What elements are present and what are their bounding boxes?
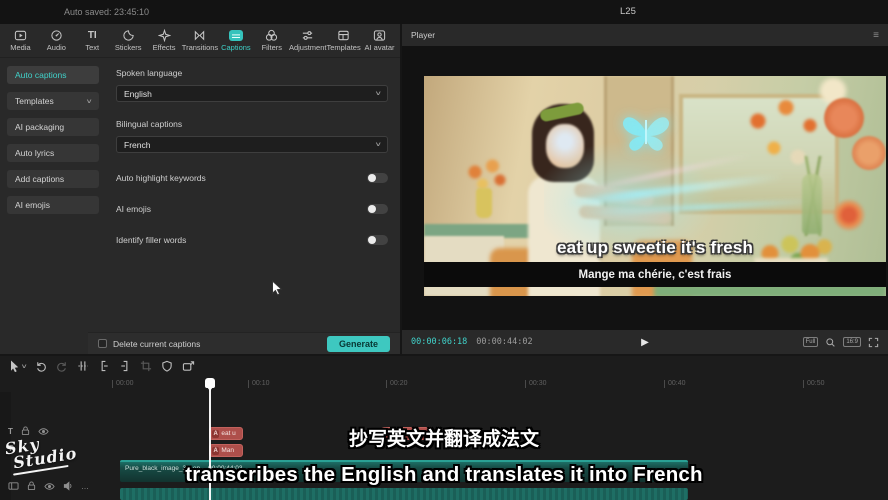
aspect-ratio-button[interactable]: 16:9 — [843, 337, 861, 347]
adjustment-icon — [301, 29, 314, 42]
ai-emojis-label: AI emojis — [116, 204, 151, 214]
toolbar-item-captions[interactable]: Captions — [218, 25, 253, 57]
auto-highlight-keywords-toggle[interactable] — [367, 173, 388, 183]
title-bar: Auto saved: 23:45:10 L25 — [0, 0, 888, 24]
toolbar-item-filters[interactable]: Filters — [254, 25, 289, 57]
player-menu-icon[interactable]: ≡ — [873, 30, 879, 41]
burned-caption-french-bar: Mange ma chérie, c'est frais — [424, 262, 886, 287]
delete-left-button[interactable] — [98, 360, 110, 372]
burned-caption-french: Mange ma chérie, c'est frais — [579, 269, 732, 281]
ai-avatar-icon — [373, 29, 386, 42]
undo-button[interactable] — [35, 360, 47, 372]
bilingual-captions-label: Bilingual captions — [116, 119, 388, 129]
play-button[interactable]: ▶ — [641, 337, 649, 348]
select-tool-button[interactable]: ∨ — [9, 360, 26, 372]
identify-filler-words-toggle[interactable] — [367, 235, 388, 245]
mask-tool-button[interactable] — [161, 360, 173, 372]
auto-captions-panel: Spoken language English ∨ Bilingual capt… — [108, 58, 400, 332]
sidebar-item-auto-lyrics[interactable]: Auto lyrics — [7, 144, 99, 162]
toolbar-item-transitions[interactable]: Transitions — [183, 25, 218, 57]
delete-current-captions-label: Delete current captions — [113, 339, 200, 349]
toolbar-item-media[interactable]: Media — [3, 25, 38, 57]
scene-gerbera — [832, 198, 866, 232]
templates-icon — [337, 29, 350, 42]
captions-icon — [229, 29, 243, 42]
auto-highlight-keywords-label: Auto highlight keywords — [116, 173, 206, 183]
redo-button[interactable] — [56, 360, 68, 372]
player-controls: 00:00:06:18 00:00:44:02 ▶ Full 16:9 — [402, 330, 888, 354]
toolbar-item-ai-avatar[interactable]: AI avatar — [362, 25, 397, 57]
audio-icon — [50, 29, 63, 42]
effects-icon — [158, 29, 171, 42]
media-icon — [14, 29, 27, 42]
player-stage: eat up sweetie it's fresh Mange ma chéri… — [402, 46, 888, 330]
sidebar-item-ai-emojis[interactable]: AI emojis — [7, 196, 99, 214]
transitions-icon — [193, 29, 206, 42]
captions-action-bar: Delete current captions Generate — [88, 332, 400, 354]
sidebar-item-templates[interactable]: Templates∨ — [7, 92, 99, 110]
media-toolbar: Media Audio TI Text Stickers Effects Tra… — [0, 24, 400, 58]
ai-emojis-toggle[interactable] — [367, 204, 388, 214]
toolbar-item-audio[interactable]: Audio — [39, 25, 74, 57]
captions-sidebar: Auto captions Templates∨ AI packaging Au… — [0, 58, 108, 332]
player-header: Player ≡ — [402, 24, 888, 46]
player-panel: Player ≡ — [402, 24, 888, 354]
video-preview: eat up sweetie it's fresh Mange ma chéri… — [424, 76, 886, 296]
bilingual-language-select[interactable]: French ∨ — [116, 136, 388, 153]
crop-tool-button[interactable] — [140, 360, 152, 372]
sidebar-item-ai-packaging[interactable]: AI packaging — [7, 118, 99, 136]
toolbar-item-adjustment[interactable]: Adjustment — [290, 25, 325, 57]
scene-dahlia — [824, 98, 864, 138]
toolbar-item-templates[interactable]: Templates — [326, 25, 361, 57]
record-overlay-button[interactable] — [182, 360, 195, 372]
butterfly-hologram — [620, 110, 672, 159]
scene-vase-left — [476, 188, 492, 218]
delete-right-button[interactable] — [119, 360, 131, 372]
cursor-tool-icon — [9, 360, 20, 372]
toolbar-item-text[interactable]: TI Text — [75, 25, 110, 57]
stickers-icon — [122, 29, 135, 42]
audio-clip[interactable] — [120, 488, 688, 500]
toolbar-item-effects[interactable]: Effects — [147, 25, 182, 57]
auto-saved-status: Auto saved: 23:45:10 — [64, 7, 149, 17]
current-time: 00:00:06:18 — [411, 337, 467, 347]
split-clip-button[interactable] — [77, 360, 89, 372]
timeline-toolbar: ∨ — [0, 356, 888, 376]
scene-dahlia — [852, 136, 886, 170]
mouse-cursor — [271, 280, 284, 296]
identify-filler-words-label: Identify filler words — [116, 235, 186, 245]
chevron-down-icon: ∨ — [85, 98, 92, 105]
full-preview-button[interactable]: Full — [803, 337, 819, 347]
spoken-language-select[interactable]: English ∨ — [116, 85, 388, 102]
timeline-ruler[interactable]: 00:00 00:10 00:20 00:30 00:40 00:50 — [0, 377, 888, 391]
sidebar-item-add-captions[interactable]: Add captions — [7, 170, 99, 188]
spoken-language-label: Spoken language — [116, 68, 388, 78]
text-icon: TI — [88, 29, 97, 42]
left-panel: Media Audio TI Text Stickers Effects Tra… — [0, 24, 400, 354]
playhead-handle[interactable] — [205, 378, 215, 388]
filters-icon — [265, 29, 278, 42]
chevron-down-icon: ∨ — [21, 363, 28, 370]
total-duration: 00:00:44:02 — [476, 337, 532, 347]
overlay-subtitle-english: transcribes the English and translates i… — [0, 463, 888, 487]
chevron-down-icon: ∨ — [374, 141, 381, 148]
project-title: L25 — [620, 6, 636, 17]
generate-button[interactable]: Generate — [327, 336, 390, 352]
scene-glass-vase — [802, 174, 822, 234]
fullscreen-icon[interactable] — [868, 337, 879, 348]
player-title: Player — [411, 30, 435, 40]
toolbar-item-stickers[interactable]: Stickers — [111, 25, 146, 57]
chevron-down-icon: ∨ — [374, 90, 381, 97]
burned-caption-english: eat up sweetie it's fresh — [424, 238, 886, 258]
app-window: Auto saved: 23:45:10 L25 Media Audio TI … — [0, 0, 888, 500]
zoom-fit-icon[interactable] — [825, 337, 836, 348]
overlay-subtitle-chinese: 抄写英文并翻译成法文 — [0, 424, 888, 451]
delete-current-captions-checkbox[interactable] — [98, 339, 107, 348]
sidebar-item-auto-captions[interactable]: Auto captions — [7, 66, 99, 84]
